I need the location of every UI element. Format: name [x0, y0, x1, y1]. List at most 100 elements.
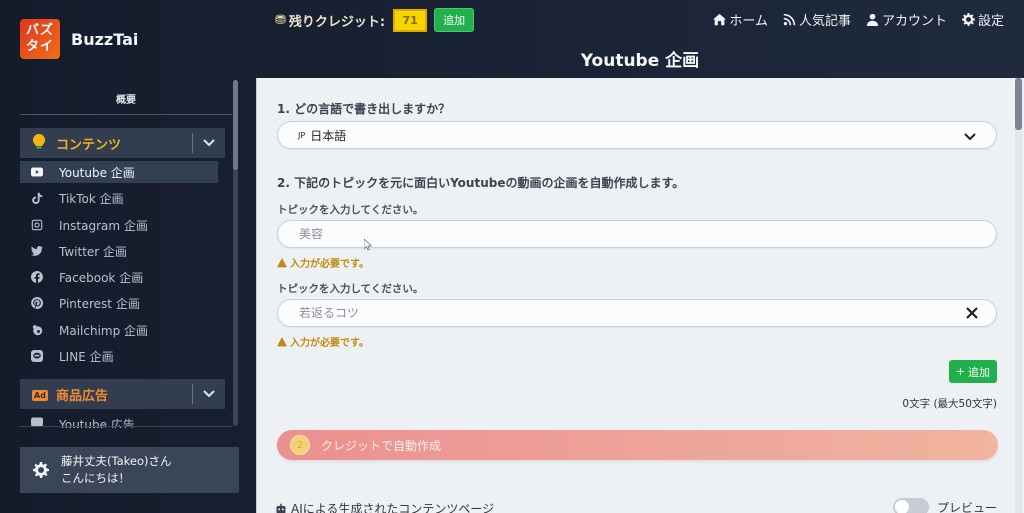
- validation-warning: 入力が必要です。: [277, 334, 369, 349]
- brand-logo[interactable]: バズ タイ BuzzTai: [20, 19, 138, 59]
- sidebar-heading: 概要: [20, 91, 232, 115]
- preview-toggle[interactable]: プレビュー: [892, 498, 997, 513]
- language-question: 1. どの言語で書き出しますか？: [277, 102, 451, 116]
- chevron-down-icon[interactable]: [193, 390, 225, 398]
- flag-label: JP: [298, 130, 306, 140]
- sidebar-item-pinterest[interactable]: Pinterest 企画: [20, 292, 218, 314]
- sidebar: 概要 コンテンツ Youtube 企画 TikTok 企画 Instagram …: [0, 78, 240, 428]
- sidebar-group-label: 商品広告: [56, 388, 109, 404]
- sidebar-item-mailchimp[interactable]: Mailchimp 企画: [20, 319, 218, 341]
- sidebar-item-instagram[interactable]: Instagram 企画: [20, 214, 218, 236]
- topic-input-1[interactable]: [277, 220, 997, 248]
- credits-bar: ⛃ 残りクレジット: 71 追加: [275, 8, 475, 32]
- sidebar-item-line[interactable]: LINE 企画: [20, 345, 218, 367]
- top-nav: ホーム 人気記事 アカウント 設定: [713, 10, 1004, 29]
- warning-icon: [277, 336, 287, 346]
- topic-label: トピックを入力してください。: [277, 204, 424, 216]
- add-credits-button[interactable]: 追加: [434, 8, 475, 32]
- sidebar-item-tiktok[interactable]: TikTok 企画: [20, 187, 218, 209]
- gear-icon: [33, 462, 49, 478]
- close-icon[interactable]: [965, 306, 979, 320]
- sidebar-scrollbar-thumb[interactable]: [233, 80, 238, 170]
- sidebar-item-label: Pinterest 企画: [59, 296, 140, 311]
- facebook-icon: [30, 271, 44, 283]
- nav-home[interactable]: ホーム: [713, 10, 768, 29]
- nav-settings[interactable]: 設定: [961, 10, 1004, 29]
- lightbulb-icon: [32, 133, 46, 153]
- nav-home-label: ホーム: [729, 14, 768, 29]
- user-icon: [866, 13, 879, 26]
- pinterest-icon: [30, 297, 44, 309]
- sidebar-item-label: Twitter 企画: [59, 244, 128, 259]
- chevron-down-icon: [964, 126, 976, 145]
- credit-cost-icon: 2: [290, 435, 310, 455]
- nav-settings-label: 設定: [977, 14, 1004, 29]
- chevron-down-icon[interactable]: [193, 139, 225, 147]
- preview-label: プレビュー: [936, 500, 997, 513]
- ad-badge: Ad: [32, 389, 48, 401]
- add-topic-button[interactable]: + 追加: [948, 360, 997, 383]
- sidebar-item-label: LINE 企画: [59, 349, 114, 364]
- instagram-icon: [30, 219, 44, 231]
- topic-field[interactable]: [299, 306, 965, 320]
- page-title: Youtube 企画: [580, 51, 700, 71]
- ai-content-title-text: AIによる生成されたコンテンツページ: [291, 502, 495, 513]
- sidebar-group-ads[interactable]: Ad 商品広告: [20, 379, 225, 409]
- sidebar-item-label: Youtube 企画: [59, 165, 135, 180]
- brand-name: BuzzTai: [71, 29, 139, 49]
- plus-icon: +: [955, 365, 965, 378]
- sidebar-item-facebook[interactable]: Facebook 企画: [20, 266, 218, 288]
- twitter-icon: [30, 245, 44, 257]
- logo-mark: バズ タイ: [20, 19, 60, 59]
- gear-icon: [961, 13, 975, 26]
- mouse-cursor-icon: [364, 239, 372, 251]
- toggle-switch[interactable]: [892, 498, 929, 513]
- topic-question: 2. 下記のトピックを元に面白いYoutubeの動画の企画を自動作成します。: [277, 176, 685, 190]
- nav-account-label: アカウント: [881, 14, 947, 29]
- warning-text: 入力が必要です。: [290, 259, 369, 270]
- add-topic-label: 追加: [968, 365, 990, 379]
- mailchimp-icon: [30, 324, 44, 336]
- ad-icon: Ad: [32, 387, 48, 402]
- nav-popular-label: 人気記事: [798, 14, 851, 29]
- sidebar-scrollbar[interactable]: [233, 80, 238, 426]
- validation-warning: 入力が必要です。: [277, 255, 369, 270]
- topic-label: トピックを入力してください。: [277, 283, 424, 295]
- ai-content-title: AIによる生成されたコンテンツページ: [275, 500, 494, 513]
- sidebar-item-label: Instagram 企画: [59, 218, 148, 233]
- main-panel: 1. どの言語で書き出しますか？ JP 日本語 2. 下記のトピックを元に面白い…: [256, 78, 1024, 513]
- sidebar-item-youtube[interactable]: Youtube 企画: [20, 161, 218, 183]
- logo-line-1: バズ: [25, 23, 54, 38]
- sidebar-item-twitter[interactable]: Twitter 企画: [20, 240, 218, 262]
- sidebar-group-label: コンテンツ: [56, 137, 122, 153]
- sidebar-item-label: TikTok 企画: [59, 191, 124, 206]
- credits-value: 71: [393, 8, 428, 32]
- language-value: 日本語: [310, 128, 347, 143]
- line-icon: [30, 350, 44, 362]
- rss-icon: [783, 13, 796, 26]
- language-select[interactable]: JP 日本語: [277, 121, 997, 149]
- home-icon: [713, 13, 727, 26]
- user-greeting: こんにちは！: [61, 471, 130, 485]
- user-settings-box[interactable]: 藤井丈夫(Takeo)さん こんにちは！: [20, 447, 239, 493]
- nav-account[interactable]: アカウント: [866, 10, 947, 29]
- tiktok-icon: [30, 192, 44, 204]
- logo-line-2: タイ: [25, 39, 54, 54]
- char-count: 0文字 (最大50文字): [902, 398, 997, 410]
- youtube-icon: [30, 166, 44, 178]
- main-scrollbar[interactable]: [1015, 78, 1022, 513]
- warning-icon: [277, 257, 287, 267]
- topic-field[interactable]: [299, 227, 996, 241]
- sidebar-group-contents[interactable]: コンテンツ: [20, 128, 225, 158]
- credits-label: 残りクレジット:: [288, 14, 386, 30]
- generate-button[interactable]: 2 クレジットで自動作成: [277, 430, 998, 460]
- divider: [20, 426, 232, 427]
- user-name: 藤井丈夫(Takeo)さん: [61, 454, 172, 468]
- nav-popular[interactable]: 人気記事: [783, 10, 851, 29]
- main-scrollbar-thumb[interactable]: [1015, 78, 1022, 130]
- sidebar-item-label: Facebook 企画: [59, 270, 144, 285]
- sidebar-item-label: Mailchimp 企画: [59, 323, 149, 338]
- coins-icon: ⛃: [275, 12, 286, 28]
- topic-input-2[interactable]: [277, 299, 997, 327]
- generate-label: クレジットで自動作成: [321, 438, 442, 453]
